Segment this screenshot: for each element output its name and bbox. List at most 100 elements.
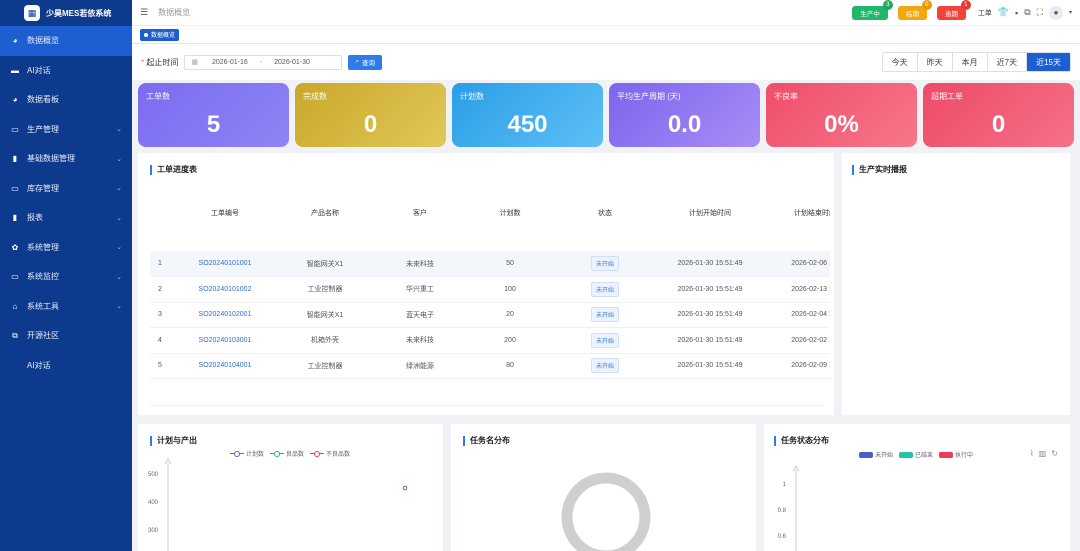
- kpi-label: 工单数: [146, 92, 170, 101]
- table-cell: 2026-02-02 15:: [760, 327, 830, 354]
- sidebar-item-8[interactable]: ▭ 系统监控 ⌄: [0, 262, 132, 292]
- sidebar-item-0[interactable]: ◕ 数据概览: [0, 26, 132, 56]
- breadcrumb: 数据概览: [158, 8, 191, 17]
- external-link-icon[interactable]: ⧉: [1024, 7, 1030, 18]
- gear-icon: ✿: [11, 242, 19, 252]
- table-cell[interactable]: SO20240103001: [170, 327, 280, 354]
- sidebar-item-2[interactable]: ◕ 数据看板: [0, 85, 132, 115]
- progress-title: 工单进度表: [150, 164, 197, 175]
- sidebar-item-label: 开源社区: [27, 331, 59, 341]
- progress-panel: 工单进度表 工单编号产品名称客户计划数状态计划开始时间计划结束时间 1SO202…: [138, 153, 834, 415]
- count-badge: 3: [882, 0, 893, 10]
- chevron-down-icon[interactable]: ▾: [1069, 9, 1072, 16]
- table-cell: 智能网关X1: [280, 251, 370, 277]
- plan-chart-panel: 计划与产出 计划数 良品数 不良品数 500 400 300: [138, 424, 443, 551]
- app-title: 少昊MES若依系统: [46, 8, 112, 18]
- table-row[interactable]: 3 SO20240102001 智能网关X1 蓝天电子 20 未开始 2026-01-30 …: [150, 302, 830, 328]
- task-pie-chart: [561, 472, 651, 551]
- book-icon: ▮: [12, 213, 18, 223]
- sidebar-item-9[interactable]: ⌂ 系统工具 ⌄: [0, 292, 132, 322]
- tab-overview[interactable]: 数据概览: [140, 28, 180, 41]
- scrollbar-track[interactable]: [150, 405, 824, 406]
- status-pill-0[interactable]: 生产中 3: [852, 0, 893, 20]
- toolbar-right: 生产中 3 临期 0 逾期 1 工单 👕 ▪ ⧉ ⛶ ● ▾: [852, 0, 1072, 20]
- status-badge: 未开始: [590, 307, 619, 323]
- message-icon[interactable]: ▪: [1015, 8, 1018, 18]
- kpi-card-5[interactable]: 超期工单 0: [923, 83, 1074, 147]
- table-cell: 2026-02-09 15:: [760, 353, 830, 379]
- table-row[interactable]: 5 SO20240104001 工业控制器 绿洲能源 80 未开始 2026-01-30 1…: [150, 353, 830, 379]
- kpi-value: 0: [991, 111, 1006, 138]
- sidebar-item-4[interactable]: ▮ 基础数据管理 ⌄: [0, 144, 132, 174]
- quick-range-0[interactable]: 今天: [883, 53, 917, 71]
- kpi-cards: 工单数 5 完成数 0 计划数 450 平均生产周期 (天) 0.0 不良率 0% 超期工单 0: [138, 83, 1074, 147]
- table-cell: 20: [470, 302, 550, 328]
- sidebar-item-label: 数据看板: [27, 95, 59, 105]
- status-pill-1[interactable]: 临期 0: [897, 0, 932, 20]
- start-date[interactable]: 2026-01-16: [212, 59, 248, 66]
- date-range-label-text: 起止时间: [146, 57, 179, 67]
- table-cell: 工业控制器: [280, 276, 370, 303]
- kpi-card-3[interactable]: 平均生产周期 (天) 0.0: [609, 83, 760, 147]
- date-range-picker[interactable]: ▦ 2026-01-16 - 2026-01-30: [184, 54, 343, 70]
- chevron-down-icon: ⌄: [116, 155, 122, 163]
- table-cell: 未来科技: [370, 251, 470, 277]
- filter-bar: * 起止时间 ▦ 2026-01-16 - 2026-01-30 ⌕ 查询 今天…: [132, 44, 1080, 80]
- sidebar-item-3[interactable]: ▭ 生产管理 ⌄: [0, 115, 132, 145]
- end-date[interactable]: 2026-01-30: [274, 59, 310, 66]
- table-cell[interactable]: SO20240101001: [170, 251, 280, 277]
- active-dot-icon: [144, 32, 148, 37]
- quick-range-4[interactable]: 近15天: [1026, 53, 1070, 71]
- table-cell: 绿洲能源: [370, 353, 470, 379]
- table-cell: 未开始: [550, 302, 660, 328]
- sidebar-item-label: 基础数据管理: [27, 154, 75, 164]
- tags-view: 数据概览: [132, 26, 1080, 44]
- fullscreen-icon[interactable]: ⛶: [1037, 7, 1043, 18]
- status-chart: 1 0.8 0.6: [778, 465, 800, 551]
- pie-ring-empty: [561, 472, 651, 551]
- kpi-card-4[interactable]: 不良率 0%: [766, 83, 917, 147]
- kpi-value: 450: [507, 111, 548, 138]
- pill-label: 临期: [905, 10, 919, 18]
- quick-range-2[interactable]: 本月: [951, 53, 987, 71]
- plan-chart: 500 400 300: [148, 458, 408, 551]
- kpi-card-2[interactable]: 计划数 450: [452, 83, 603, 147]
- quick-range-group: 今天 昨天 本月 近7天 近15天: [881, 52, 1071, 72]
- realtime-title: 生产实时播报: [852, 164, 907, 175]
- status-badge: 未开始: [590, 256, 619, 271]
- kpi-card-1[interactable]: 完成数 0: [295, 83, 446, 147]
- realtime-panel: 生产实时播报: [842, 153, 1070, 415]
- status-pill-2[interactable]: 逾期 1: [936, 0, 971, 20]
- app-root: ▦ 少昊MES若依系统 ◕ 数据概览 ▬ AI对话 ◕ 数据看板 ▭ 生产管理 ⌄ ▮ 基础数据管理…: [0, 0, 1080, 551]
- kpi-value: 0.0: [667, 111, 702, 138]
- progress-table-wrap[interactable]: 工单编号 产品名称 客户 计划数 状态 计划开始时间 计划结束时间 1SO202401010…: [150, 175, 830, 407]
- sidebar-item-6[interactable]: ▮ 报表 ⌄: [0, 203, 132, 233]
- sidebar-item-5[interactable]: ▭ 库存管理 ⌄: [0, 174, 132, 204]
- shirt-icon[interactable]: 👕: [998, 7, 1009, 18]
- quick-range-1[interactable]: 昨天: [916, 53, 952, 71]
- table-row[interactable]: 4 SO20240103001 机箱外壳 未来科技 200 未开始 2026-01-30 1…: [150, 327, 830, 354]
- sidebar-item-10[interactable]: ⧉ 开源社区: [0, 321, 132, 351]
- avatar[interactable]: ●: [1048, 5, 1063, 20]
- table-cell: 50: [470, 251, 550, 277]
- sidebar-item-1[interactable]: ▬ AI对话: [0, 56, 132, 86]
- kpi-card-0[interactable]: 工单数 5: [138, 83, 289, 147]
- task-chart-panel: 任务名分布: [451, 424, 756, 551]
- query-button[interactable]: ⌕ 查询: [348, 54, 382, 70]
- quick-range-3[interactable]: 近7天: [986, 53, 1026, 71]
- work-order-label[interactable]: 工单: [978, 8, 992, 18]
- table-cell[interactable]: SO20240102001: [170, 302, 280, 328]
- hamburger-icon[interactable]: ☰: [140, 7, 148, 18]
- table-row[interactable]: 1 SO20240101001 智能网关X1 未来科技 50 未开始 2026-01-30 …: [150, 251, 830, 277]
- column-header: 客户: [413, 210, 427, 217]
- sidebar-item-7[interactable]: ✿ 系统管理 ⌄: [0, 233, 132, 263]
- table-cell[interactable]: SO20240104001: [170, 353, 280, 379]
- column-header: 计划开始时间: [689, 210, 731, 217]
- table-row[interactable]: 2 SO20240101002 工业控制器 华兴重工 100 未开始 2026-01-30 …: [150, 276, 830, 303]
- status-chart-panel: 任务状态分布 未开始 已结束 执行中 ⌇ ▥ ↻ 1 0.8 0.6: [764, 424, 1070, 551]
- table-cell[interactable]: SO20240101002: [170, 276, 280, 303]
- sidebar-item-11[interactable]: AI对话: [0, 351, 132, 381]
- sidebar-item-label: 系统工具: [27, 301, 59, 311]
- progress-title-text: 工单进度表: [157, 165, 197, 174]
- app-logo[interactable]: ▦ 少昊MES若依系统: [0, 0, 132, 26]
